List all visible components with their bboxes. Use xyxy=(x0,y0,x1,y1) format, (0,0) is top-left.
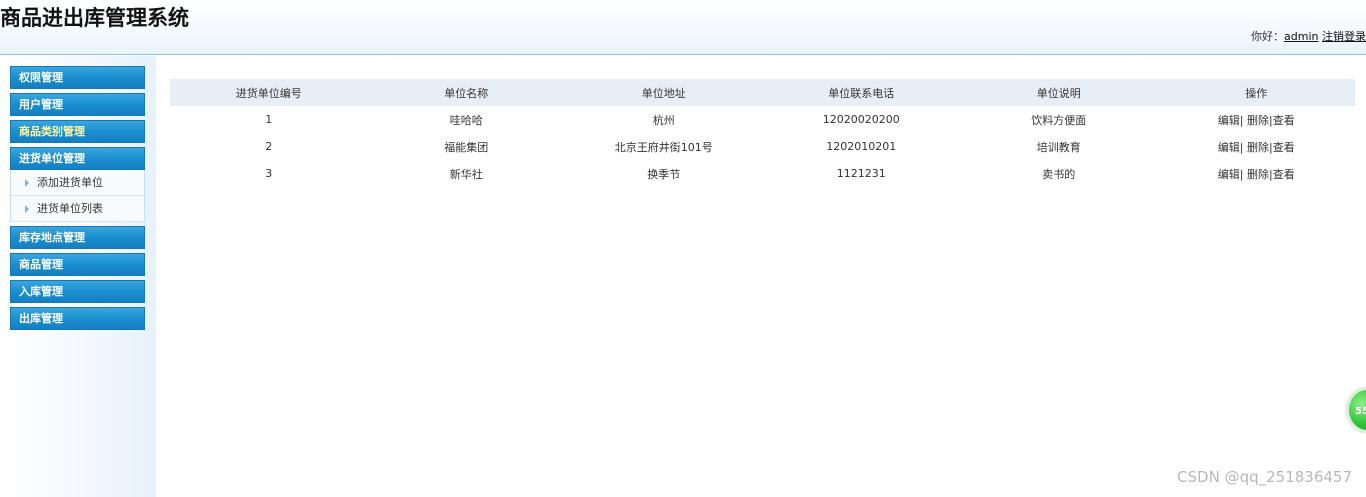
delete-link[interactable]: 删除| xyxy=(1247,141,1273,154)
table-row: 3 新华社 换季节 1121231 卖书的 编辑| 删除|查看 xyxy=(170,160,1355,187)
sidebar-item-storage[interactable]: 库存地点管理 xyxy=(10,226,145,249)
sidebar-item-permissions[interactable]: 权限管理 xyxy=(10,66,145,89)
cell-name: 哇哈哈 xyxy=(449,113,483,127)
view-link[interactable]: 查看 xyxy=(1273,168,1295,181)
cell-name: 新华社 xyxy=(449,167,483,181)
greeting-label: 你好： xyxy=(1251,30,1285,43)
cell-actions: 编辑| 删除|查看 xyxy=(1158,160,1356,187)
sidebar-item-stock-in[interactable]: 入库管理 xyxy=(10,280,145,303)
app-title: 商品进出库管理系统 xyxy=(0,6,189,30)
table-row: 1 哇哈哈 杭州 12020020200 饮料方便面 编辑| 删除|查看 xyxy=(170,106,1355,133)
cell-phone: 12020020200 xyxy=(822,113,900,126)
sidebar-menu: 权限管理 用户管理 商品类别管理 进货单位管理 添加进货单位 进货单位列表 库存… xyxy=(10,66,145,334)
username-link[interactable]: admin xyxy=(1284,30,1318,43)
sidebar: 权限管理 用户管理 商品类别管理 进货单位管理 添加进货单位 进货单位列表 库存… xyxy=(0,56,156,497)
column-header-phone: 单位联系电话 xyxy=(828,86,895,100)
submenu-item-add-supplier[interactable]: 添加进货单位 xyxy=(11,170,144,196)
floating-badge[interactable]: 55 xyxy=(1347,388,1366,432)
edit-link[interactable]: 编辑| xyxy=(1218,168,1244,181)
submenu-item-supplier-list[interactable]: 进货单位列表 xyxy=(11,196,144,222)
submenu-item-label: 进货单位列表 xyxy=(37,202,103,215)
cell-phone: 1121231 xyxy=(836,167,886,180)
cell-id: 3 xyxy=(265,167,273,180)
submenu-item-label: 添加进货单位 xyxy=(37,176,103,189)
sidebar-item-categories[interactable]: 商品类别管理 xyxy=(10,120,145,143)
supplier-submenu: 添加进货单位 进货单位列表 xyxy=(10,170,145,222)
delete-link[interactable]: 删除| xyxy=(1247,168,1273,181)
edit-link[interactable]: 编辑| xyxy=(1218,141,1244,154)
cell-description: 饮料方便面 xyxy=(1031,113,1087,127)
column-header-description: 单位说明 xyxy=(1036,86,1081,100)
cell-name: 福能集团 xyxy=(444,140,489,154)
column-header-id: 进货单位编号 xyxy=(235,86,302,100)
cell-address: 杭州 xyxy=(652,113,675,127)
column-header-actions: 操作 xyxy=(1245,86,1268,100)
sidebar-item-stock-out[interactable]: 出库管理 xyxy=(10,307,145,330)
cell-id: 2 xyxy=(265,140,273,153)
user-bar: 你好：admin 注销登录 xyxy=(1251,28,1366,44)
triangle-right-icon xyxy=(25,179,29,187)
cell-description: 培训教育 xyxy=(1036,140,1081,154)
sidebar-item-products[interactable]: 商品管理 xyxy=(10,253,145,276)
main-content: 进货单位编号 单位名称 单位地址 单位联系电话 单位说明 操作 1 哇哈哈 杭州… xyxy=(170,79,1355,187)
supplier-table: 进货单位编号 单位名称 单位地址 单位联系电话 单位说明 操作 1 哇哈哈 杭州… xyxy=(170,79,1355,187)
cell-address: 换季节 xyxy=(647,167,681,181)
triangle-right-icon xyxy=(25,205,29,213)
column-header-address: 单位地址 xyxy=(641,86,686,100)
table-row: 2 福能集团 北京王府井街101号 1202010201 培训教育 编辑| 删除… xyxy=(170,133,1355,160)
sidebar-item-suppliers[interactable]: 进货单位管理 xyxy=(10,147,145,170)
table-header-row: 进货单位编号 单位名称 单位地址 单位联系电话 单位说明 操作 xyxy=(170,79,1355,106)
view-link[interactable]: 查看 xyxy=(1273,141,1295,154)
cell-description: 卖书的 xyxy=(1042,167,1076,181)
watermark: CSDN @qq_251836457 xyxy=(1177,468,1352,486)
cell-actions: 编辑| 删除|查看 xyxy=(1158,133,1356,160)
view-link[interactable]: 查看 xyxy=(1273,114,1295,127)
sidebar-item-users[interactable]: 用户管理 xyxy=(10,93,145,116)
cell-actions: 编辑| 删除|查看 xyxy=(1158,106,1356,133)
cell-id: 1 xyxy=(265,113,273,126)
cell-phone: 1202010201 xyxy=(826,140,897,153)
header: 商品进出库管理系统 你好：admin 注销登录 xyxy=(0,0,1366,55)
logout-link[interactable]: 注销登录 xyxy=(1322,30,1366,43)
cell-address: 北京王府井街101号 xyxy=(614,140,713,154)
edit-link[interactable]: 编辑| xyxy=(1218,114,1244,127)
delete-link[interactable]: 删除| xyxy=(1247,114,1273,127)
column-header-name: 单位名称 xyxy=(444,86,489,100)
